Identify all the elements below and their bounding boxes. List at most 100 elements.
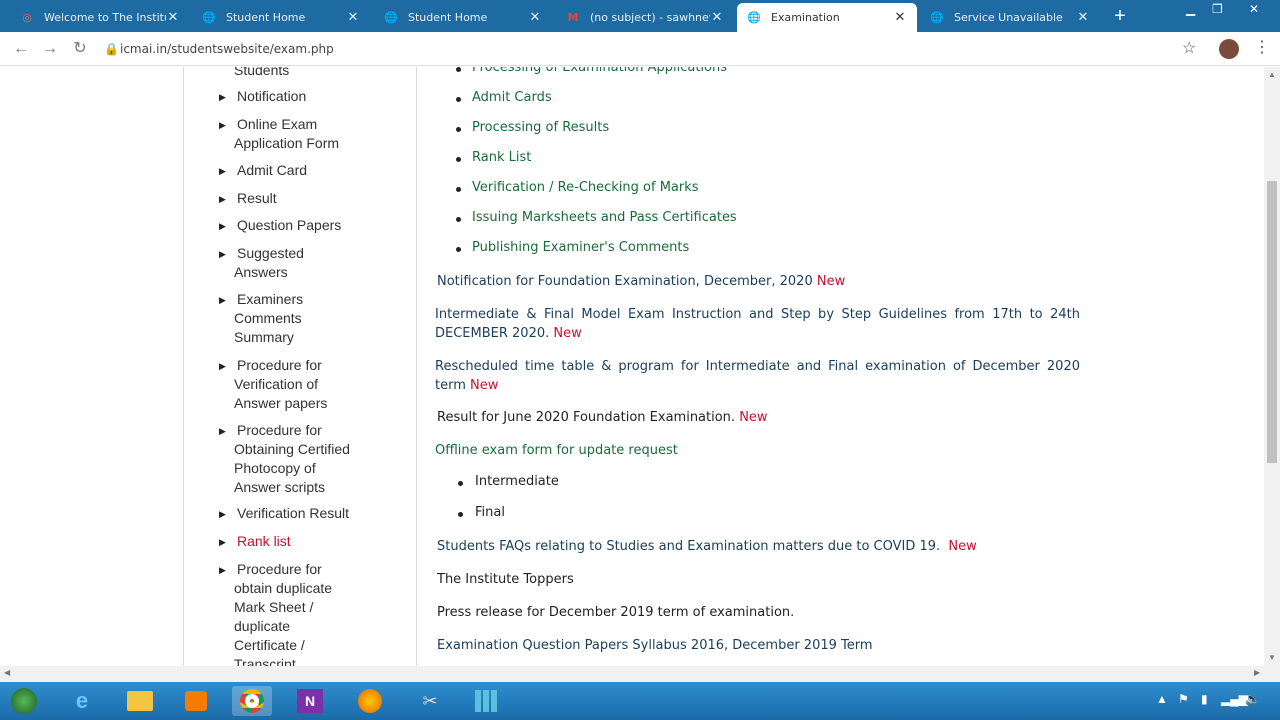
sidebar: Students ▶ Notification ▶ Online Exam Ap… [183, 67, 417, 666]
forward-arrow-icon[interactable]: → [39, 38, 61, 60]
notice-faqs[interactable]: Students FAQs relating to Studies and Ex… [437, 537, 1082, 556]
list-item-processing-applications[interactable]: Processing of Examination Applications [472, 67, 727, 77]
scroll-left-icon[interactable]: ◀ [4, 668, 10, 677]
triangle-right-icon: ▶ [219, 249, 226, 259]
onenote-icon[interactable]: N [290, 686, 330, 716]
close-icon[interactable]: ✕ [893, 10, 907, 25]
action-center-flag-icon[interactable]: ⚑ [1178, 692, 1189, 706]
new-badge: New [816, 274, 846, 289]
notice-text: Intermediate & Final Model Exam Instruct… [435, 307, 1080, 341]
list-item-final[interactable]: Final [475, 504, 505, 522]
media-player-icon[interactable] [176, 686, 216, 716]
tray-expand-icon[interactable]: ▲ [1156, 692, 1168, 706]
notice-foundation[interactable]: Notification for Foundation Examination,… [437, 272, 1082, 291]
bookmark-star-icon[interactable]: ☆ [1182, 38, 1196, 58]
bullet [456, 217, 461, 222]
tab-welcome[interactable]: ◎ Welcome to The Institut ✕ [10, 3, 190, 32]
institute-favicon-icon: ◎ [22, 11, 32, 24]
list-item-verification[interactable]: Verification / Re-Checking of Marks [472, 179, 699, 197]
back-arrow-icon[interactable]: ← [10, 38, 32, 60]
sidebar-item-verification-procedure[interactable]: Procedure for Verification of Answer pap… [234, 356, 344, 413]
tab-strip: ◎ Welcome to The Institut ✕ 🌐 Student Ho… [0, 0, 1280, 32]
list-item-admit-cards[interactable]: Admit Cards [472, 89, 552, 107]
sidebar-item-notification[interactable]: Notification [237, 87, 306, 106]
network-signal-icon[interactable]: ▂▄▆ [1221, 692, 1248, 706]
address-bar[interactable]: 🔒icmai.in/studentswebsite/exam.php [104, 37, 1214, 61]
file-explorer-icon[interactable] [120, 686, 160, 716]
volume-muted-icon[interactable]: 🔈 [1245, 692, 1260, 706]
profile-avatar[interactable] [1219, 39, 1239, 59]
triangle-right-icon: ▶ [219, 565, 226, 575]
notice-press-release[interactable]: Press release for December 2019 term of … [437, 603, 1082, 622]
notice-offline-form[interactable]: Offline exam form for update request [435, 441, 1080, 460]
close-icon[interactable]: ✕ [166, 10, 180, 25]
triangle-right-icon: ▶ [219, 361, 226, 371]
firefox-icon[interactable] [350, 686, 390, 716]
new-badge: New [739, 410, 768, 425]
vertical-scrollbar[interactable]: ▲ ▼ [1264, 67, 1280, 666]
window-close-icon[interactable]: ✕ [1249, 2, 1259, 16]
tab-gmail[interactable]: M (no subject) - sawhney.r ✕ [556, 3, 734, 32]
close-icon[interactable]: ✕ [710, 10, 724, 25]
battery-icon[interactable]: ▮ [1201, 692, 1208, 706]
minimize-icon[interactable]: ▁ [1186, 2, 1195, 16]
tab-title: Examination [771, 11, 840, 24]
notice-result-june[interactable]: Result for June 2020 Foundation Examinat… [437, 408, 1082, 427]
tab-title: Welcome to The Institut [44, 11, 166, 24]
tab-service-unavailable[interactable]: 🌐 Service Unavailable ✕ [920, 3, 1100, 32]
list-item-marksheets[interactable]: Issuing Marksheets and Pass Certificates [472, 209, 737, 227]
notice-question-papers[interactable]: Examination Question Papers Syllabus 201… [437, 636, 1082, 655]
notice-text: Students FAQs relating to Studies and Ex… [437, 539, 941, 554]
notice-rescheduled[interactable]: Rescheduled time table & program for Int… [435, 357, 1080, 395]
close-icon[interactable]: ✕ [528, 10, 542, 25]
new-tab-button[interactable]: + [1108, 5, 1132, 27]
scroll-up-icon[interactable]: ▲ [1268, 70, 1276, 79]
tab-examination[interactable]: 🌐 Examination ✕ [737, 3, 917, 32]
list-item-intermediate[interactable]: Intermediate [475, 473, 559, 491]
sidebar-item-verification-result[interactable]: Verification Result [237, 504, 349, 523]
tab-title: Service Unavailable [954, 11, 1063, 24]
taskbar: e N ✂ ▲ ⚑ ▮ ▂▄▆ 🔈 [0, 682, 1280, 720]
sidebar-item-duplicate-marksheet[interactable]: Procedure for obtain duplicate Mark Shee… [234, 560, 349, 666]
globe-icon: 🌐 [384, 11, 398, 24]
sidebar-item-students[interactable]: Students [234, 67, 289, 80]
tab-title: Student Home [226, 11, 306, 24]
notice-model-exam[interactable]: Intermediate & Final Model Exam Instruct… [435, 305, 1080, 343]
tab-student-home-2[interactable]: 🌐 Student Home ✕ [374, 3, 552, 32]
app-grid-icon[interactable] [466, 686, 506, 716]
scrollbar-thumb[interactable] [1267, 181, 1277, 463]
triangle-right-icon: ▶ [219, 509, 226, 519]
triangle-right-icon: ▶ [219, 120, 226, 130]
globe-icon: 🌐 [930, 11, 944, 24]
sidebar-item-suggested-answers[interactable]: Suggested Answers [234, 244, 324, 282]
sidebar-item-result[interactable]: Result [237, 189, 277, 208]
internet-explorer-icon[interactable]: e [62, 686, 102, 716]
bullet [456, 157, 461, 162]
scroll-down-icon[interactable]: ▼ [1268, 653, 1276, 662]
url-text: icmai.in/studentswebsite/exam.php [120, 42, 334, 56]
sidebar-item-online-exam-form[interactable]: Online Exam Application Form [234, 115, 364, 153]
snipping-tool-icon[interactable]: ✂ [410, 686, 450, 716]
reload-icon[interactable]: ↻ [69, 38, 91, 60]
sidebar-item-examiners-comments[interactable]: Examiners Comments Summary [234, 290, 324, 347]
list-item-processing-results[interactable]: Processing of Results [472, 119, 609, 137]
notice-text: Notification for Foundation Examination,… [437, 274, 813, 289]
close-icon[interactable]: ✕ [346, 10, 360, 25]
list-item-examiner-comments[interactable]: Publishing Examiner's Comments [472, 239, 689, 257]
bullet [456, 97, 461, 102]
scroll-right-icon[interactable]: ▶ [1254, 668, 1260, 677]
horizontal-scrollbar[interactable]: ◀ ▶ [0, 666, 1280, 682]
kebab-menu-icon[interactable]: ⋮ [1254, 37, 1270, 57]
sidebar-item-question-papers[interactable]: Question Papers [237, 216, 341, 235]
notice-toppers[interactable]: The Institute Toppers [437, 570, 1082, 589]
sidebar-item-admit-card[interactable]: Admit Card [237, 161, 307, 180]
chrome-icon[interactable] [232, 686, 272, 716]
triangle-right-icon: ▶ [219, 295, 226, 305]
restore-icon[interactable]: ❐ [1212, 2, 1223, 16]
sidebar-item-rank-list[interactable]: Rank list [237, 532, 291, 551]
sidebar-item-certified-photocopy[interactable]: Procedure for Obtaining Certified Photoc… [234, 421, 364, 497]
list-item-rank-list[interactable]: Rank List [472, 149, 531, 167]
close-icon[interactable]: ✕ [1076, 10, 1090, 25]
tab-student-home-1[interactable]: 🌐 Student Home ✕ [192, 3, 370, 32]
start-button-icon[interactable] [4, 686, 44, 716]
